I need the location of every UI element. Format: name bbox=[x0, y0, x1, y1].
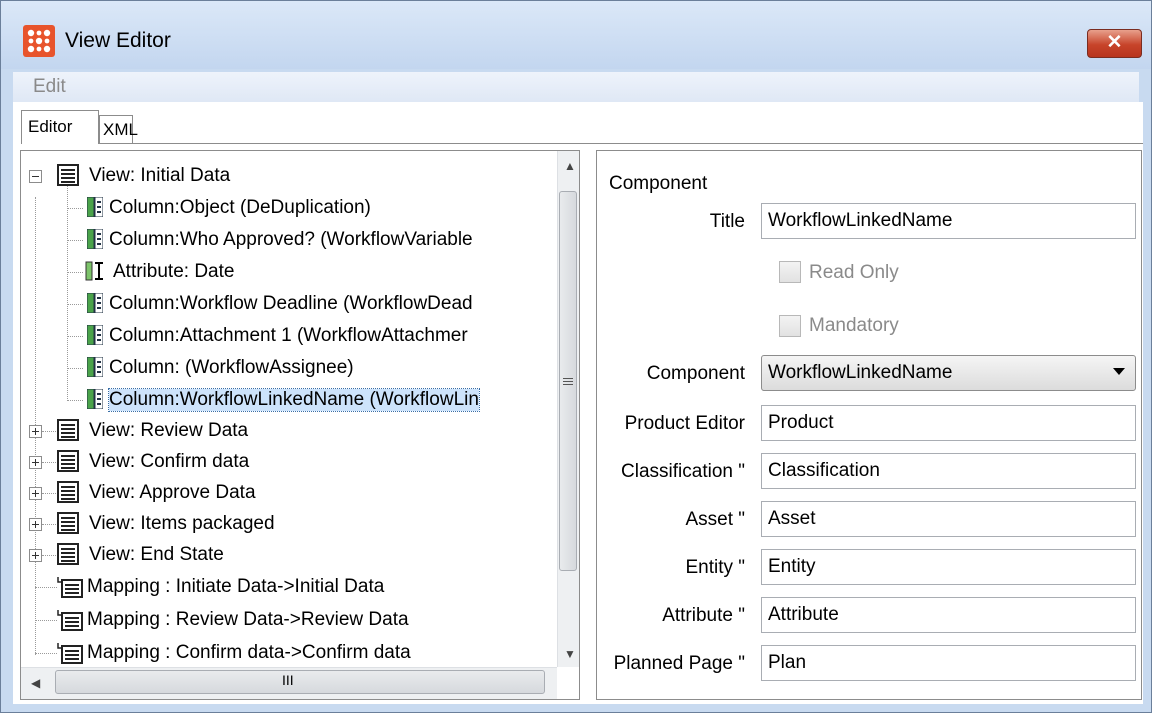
tree-node-label: View: Review Data bbox=[89, 420, 249, 441]
tree-connector bbox=[42, 431, 56, 432]
component-label: Component bbox=[646, 363, 745, 384]
scroll-down-icon[interactable]: ▼ bbox=[564, 647, 576, 661]
read-only-checkbox[interactable] bbox=[779, 261, 801, 283]
tree-connector bbox=[67, 208, 83, 209]
mandatory-checkbox[interactable] bbox=[779, 315, 801, 337]
field-label: Planned Page " bbox=[613, 653, 745, 674]
tree-connector bbox=[42, 462, 56, 463]
tree-connector bbox=[42, 493, 56, 494]
title-label: Title bbox=[709, 211, 745, 232]
view-icon bbox=[57, 481, 79, 503]
text-field[interactable]: Entity bbox=[761, 549, 1136, 585]
field-label: Product Editor bbox=[624, 413, 745, 434]
mapping-icon bbox=[57, 643, 83, 664]
attribute-icon bbox=[85, 261, 103, 281]
scroll-up-icon[interactable]: ▲ bbox=[564, 159, 576, 173]
tree-node-label: Column:Attachment 1 (WorkflowAttachmer bbox=[109, 325, 468, 346]
tree-connector bbox=[42, 555, 56, 556]
text-field[interactable]: Classification bbox=[761, 453, 1136, 489]
text-field[interactable]: Attribute bbox=[761, 597, 1136, 633]
tree-connector bbox=[35, 620, 57, 621]
tree-node-label: View: End State bbox=[89, 544, 224, 565]
tab-strip: Editor XML bbox=[13, 102, 1143, 147]
tree-connector bbox=[35, 653, 57, 654]
close-button[interactable]: ✕ bbox=[1087, 29, 1142, 58]
mapping-icon bbox=[57, 577, 83, 598]
tree-connector bbox=[67, 272, 83, 273]
menu-edit[interactable]: Edit bbox=[33, 76, 66, 98]
tree-connector bbox=[67, 400, 83, 401]
horizontal-scroll-thumb[interactable]: III bbox=[55, 670, 545, 694]
tree-node-label: Column:WorkflowLinkedName (WorkflowLin bbox=[108, 388, 480, 412]
column-icon bbox=[87, 357, 103, 377]
tree-node-label: View: Initial Data bbox=[89, 165, 231, 186]
field-label: Classification " bbox=[621, 461, 745, 482]
field-label: Attribute " bbox=[662, 605, 745, 626]
tree-connector bbox=[67, 336, 83, 337]
field-label: Asset " bbox=[685, 509, 745, 530]
window-title: View Editor bbox=[65, 29, 171, 52]
chevron-down-icon bbox=[1113, 368, 1125, 375]
view-icon bbox=[57, 419, 79, 441]
scroll-left-icon[interactable]: ◀ bbox=[31, 676, 40, 690]
tree-node-label: Column: (WorkflowAssignee) bbox=[109, 357, 354, 378]
column-icon bbox=[87, 389, 103, 409]
tree-node-label: Column:Workflow Deadline (WorkflowDead bbox=[109, 293, 473, 314]
tree-connector bbox=[67, 240, 83, 241]
tab-xml[interactable]: XML bbox=[99, 115, 138, 144]
close-icon: ✕ bbox=[1106, 32, 1123, 53]
collapse-icon[interactable] bbox=[29, 170, 42, 183]
tree-node-label: View: Approve Data bbox=[89, 482, 256, 503]
tree-connector bbox=[42, 524, 56, 525]
column-icon bbox=[87, 293, 103, 313]
tree-node-label: Column:Who Approved? (WorkflowVariable bbox=[109, 229, 473, 250]
column-icon bbox=[87, 229, 103, 249]
read-only-label: Read Only bbox=[809, 262, 899, 283]
text-field[interactable]: Asset bbox=[761, 501, 1136, 537]
column-icon bbox=[87, 325, 103, 345]
expand-icon[interactable] bbox=[29, 425, 42, 438]
grip-icon: III bbox=[282, 672, 294, 688]
title-field[interactable]: WorkflowLinkedName bbox=[761, 203, 1136, 239]
tree-connector bbox=[35, 587, 57, 588]
expand-icon[interactable] bbox=[29, 456, 42, 469]
field-label: Entity " bbox=[685, 557, 745, 578]
expand-icon[interactable] bbox=[29, 549, 42, 562]
tree-connector bbox=[67, 304, 83, 305]
menu-bar: Edit bbox=[13, 72, 1139, 102]
view-icon bbox=[57, 543, 79, 565]
mandatory-label: Mandatory bbox=[809, 315, 899, 336]
tree-node-label: Mapping : Confirm data->Confirm data bbox=[87, 642, 411, 663]
component-select-value: WorkflowLinkedName bbox=[768, 362, 953, 383]
app-icon bbox=[23, 25, 55, 57]
text-field[interactable]: Plan bbox=[761, 645, 1136, 681]
component-heading: Component bbox=[609, 173, 708, 194]
content-area: Editor XML View: Initial Data Column:Obj… bbox=[13, 102, 1143, 704]
title-bar[interactable]: View Editor ✕ bbox=[1, 1, 1151, 69]
vertical-scroll-thumb[interactable] bbox=[559, 191, 577, 571]
expand-icon[interactable] bbox=[29, 487, 42, 500]
tree-node-label: Column:Object (DeDuplication) bbox=[109, 197, 371, 218]
view-tree[interactable]: View: Initial Data Column:Object (DeDupl… bbox=[20, 150, 580, 700]
tree-connector bbox=[67, 368, 83, 369]
tab-editor[interactable]: Editor bbox=[21, 110, 99, 144]
tree-node-label: View: Items packaged bbox=[89, 513, 275, 534]
view-icon bbox=[57, 164, 79, 186]
tab-divider bbox=[133, 143, 1143, 144]
expand-icon[interactable] bbox=[29, 518, 42, 531]
view-icon bbox=[57, 450, 79, 472]
tree-node-label: Mapping : Review Data->Review Data bbox=[87, 609, 409, 630]
component-select[interactable]: WorkflowLinkedName bbox=[761, 355, 1136, 391]
view-editor-window: View Editor ✕ Edit Editor XML View: Init… bbox=[0, 0, 1152, 713]
tree-node-label: Attribute: Date bbox=[113, 261, 235, 282]
tree-node-label: View: Confirm data bbox=[89, 451, 250, 472]
column-icon bbox=[87, 197, 103, 217]
tree-node-label: Mapping : Initiate Data->Initial Data bbox=[87, 576, 385, 597]
view-icon bbox=[57, 512, 79, 534]
grip-icon bbox=[563, 378, 573, 385]
text-field[interactable]: Product bbox=[761, 405, 1136, 441]
mapping-icon bbox=[57, 610, 83, 631]
component-properties-panel: Component Title WorkflowLinkedName Read … bbox=[596, 150, 1142, 700]
